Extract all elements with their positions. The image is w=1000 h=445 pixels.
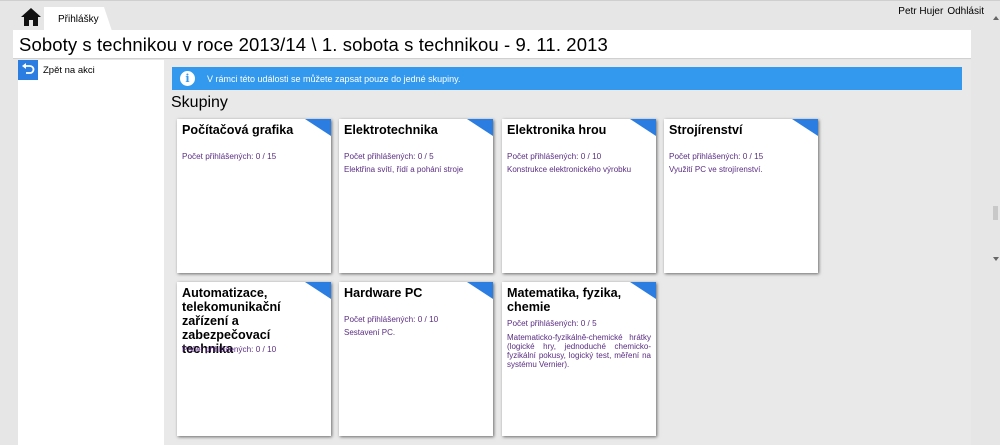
logout-link[interactable]: Odhlásit [947,6,984,17]
title-bar: Soboty s technikou v roce 2013/14 \ 1. s… [13,30,971,59]
group-description: Sestavení PC. [344,328,396,337]
group-count: Počet přihlášených: 0 / 10 [182,345,277,354]
tab-label: Přihlášky [58,14,99,25]
group-description: Matematicko-fyzikálně-chemické hrátky (l… [507,333,651,369]
group-card-elektronika-hrou[interactable]: Elektronika hrou Počet přihlášených: 0 /… [502,119,656,273]
info-icon: i [180,71,195,86]
group-title: Matematika, fyzika, chemie [507,286,622,314]
home-icon [21,8,41,26]
top-bar: Přihlášky Petr Hujer Odhlásit [0,0,1000,31]
back-label: Zpět na akci [43,64,95,76]
scroll-up-arrow-icon[interactable] [993,16,999,20]
group-title: Elektronika hrou [507,123,607,137]
tab-prihlasky[interactable]: Přihlášky [44,7,112,31]
page-title: Soboty s technikou v roce 2013/14 \ 1. s… [19,34,608,55]
group-count: Počet přihlášených: 0 / 15 [182,152,277,161]
back-arrow-icon [18,60,38,80]
main-content: i V rámci této události se můžete zapsat… [164,60,971,445]
group-card-elektrotechnika[interactable]: Elektrotechnika Počet přihlášených: 0 / … [339,119,493,273]
window-scrollbar[interactable] [991,16,1000,261]
home-button[interactable] [20,7,42,27]
user-area: Petr Hujer Odhlásit [894,6,984,17]
info-message: V rámci této události se můžete zapsat p… [207,73,461,84]
info-banner: i V rámci této události se můžete zapsat… [172,67,962,90]
back-to-event-button[interactable]: Zpět na akci [18,60,164,80]
group-count: Počet přihlášených: 0 / 5 [344,152,434,161]
scroll-thumb[interactable] [993,206,998,220]
group-description: Konstrukce elektronického výrobku [507,165,632,174]
group-count: Počet přihlášených: 0 / 15 [669,152,764,161]
scroll-down-arrow-icon[interactable] [993,257,999,261]
group-count: Počet přihlášených: 0 / 5 [507,319,597,328]
group-title: Elektrotechnika [344,123,438,137]
group-description: Využití PC ve strojírenství. [669,165,763,174]
group-card-strojirenstvi[interactable]: Strojírenství Počet přihlášených: 0 / 15… [664,119,818,273]
group-count: Počet přihlášených: 0 / 10 [507,152,602,161]
group-title: Hardware PC [344,286,423,300]
group-title: Počítačová grafika [182,123,294,137]
group-card-hardware-pc[interactable]: Hardware PC Počet přihlášených: 0 / 10 S… [339,282,493,436]
section-heading: Skupiny [171,94,228,111]
group-card-matematika-fyzika-chemie[interactable]: Matematika, fyzika, chemie Počet přihláš… [502,282,656,436]
user-name: Petr Hujer [898,6,944,17]
group-description: Elektřina svítí, řídí a pohání stroje [344,165,464,174]
group-card-automatizace[interactable]: Automatizace, telekomunikační zařízení a… [177,282,331,436]
group-title: Strojírenství [669,123,743,137]
group-card-pocitacova-grafika[interactable]: Počítačová grafika Počet přihlášených: 0… [177,119,331,273]
group-count: Počet přihlášených: 0 / 10 [344,315,439,324]
sidebar: Zpět na akci [18,60,164,445]
